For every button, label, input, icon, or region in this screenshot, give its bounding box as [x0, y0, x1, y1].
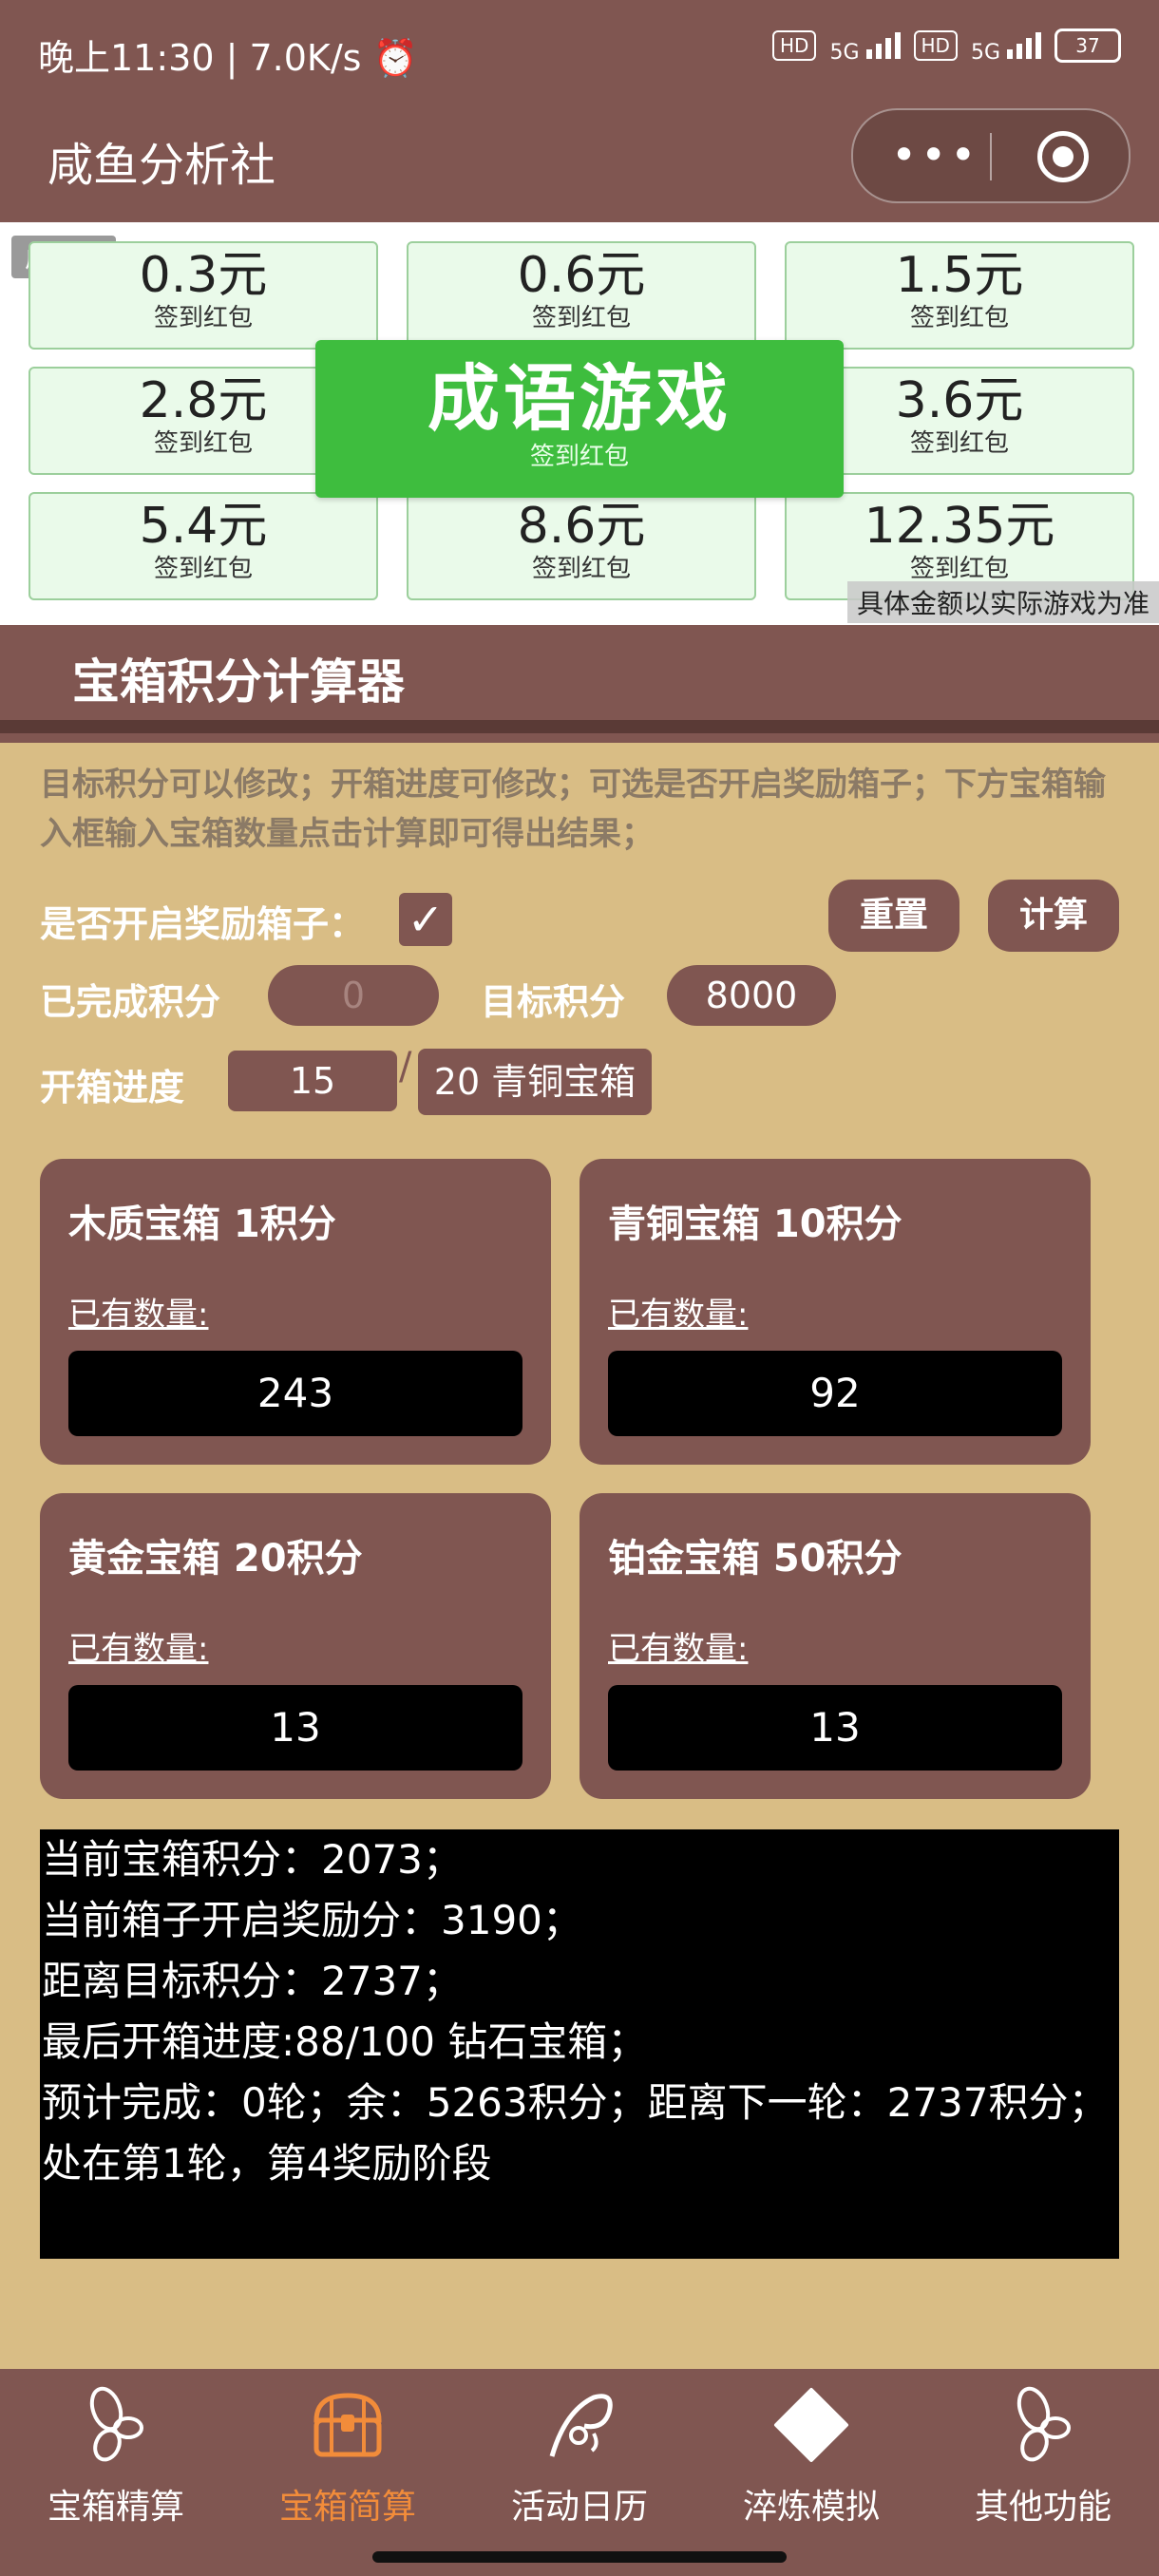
chest-name: 青铜宝箱 10积分: [608, 1203, 902, 1246]
quantity-label: 已有数量:: [608, 1630, 749, 1668]
seed-icon: [89, 2386, 143, 2462]
ad-disclaimer: 具体金额以实际游戏为准: [846, 581, 1159, 623]
quantity-label: 已有数量:: [608, 1296, 749, 1334]
calculator-description: 目标积分可以修改；开箱进度可修改；可选是否开启奖励箱子；下方宝箱输入框输入宝箱数…: [40, 766, 1106, 853]
red-packet-card[interactable]: 1.5元 签到红包: [785, 241, 1134, 350]
calculate-button[interactable]: 计算: [988, 880, 1119, 952]
progress-total: 20 青铜宝箱: [418, 1049, 652, 1115]
target-points-input[interactable]: 8000: [667, 965, 836, 1026]
tab-label: 活动日历: [510, 2488, 648, 2527]
miniprogram-capsule: •••: [851, 108, 1130, 203]
fishing-rod-icon: [549, 2394, 613, 2457]
red-packet-amount: 1.5元: [895, 247, 1024, 304]
battery-icon: 37: [1054, 28, 1121, 63]
red-packet-label: 签到红包: [153, 555, 253, 583]
chest-name: 黄金宝箱 20积分: [68, 1537, 363, 1581]
banner-title: 成语游戏: [428, 356, 732, 441]
open-progress-input[interactable]: 15: [228, 1051, 397, 1111]
completed-points-input[interactable]: 0: [268, 965, 439, 1026]
bronze-chest-quantity-input[interactable]: 92: [608, 1351, 1062, 1436]
quantity-label: 已有数量:: [68, 1630, 209, 1668]
status-indicators: HD 5G HD 5G 37: [772, 27, 1121, 65]
tab-other-functions[interactable]: 其他功能: [927, 2382, 1159, 2529]
red-packet-amount: 8.6元: [517, 498, 646, 555]
red-packet-label: 签到红包: [153, 304, 253, 332]
hd-badge-2: HD: [913, 30, 958, 61]
tab-label: 宝箱简算: [278, 2488, 416, 2527]
result-line: 处在第1轮，第4奖励阶段: [42, 2140, 492, 2187]
result-line: 当前宝箱积分：2073；: [42, 1836, 463, 1883]
red-packet-label: 签到红包: [531, 304, 631, 332]
quantity-label: 已有数量:: [68, 1296, 209, 1334]
result-line: 当前箱子开启奖励分：3190；: [42, 1897, 582, 1943]
completed-points-label: 已完成积分: [40, 981, 221, 1023]
result-line: 最后开箱进度:88/100 钻石宝箱；: [42, 2018, 648, 2065]
wood-chest-quantity-input[interactable]: 243: [68, 1351, 522, 1436]
red-packet-amount: 5.4元: [139, 498, 268, 555]
red-packet-label: 签到红包: [531, 555, 631, 583]
signal-icon-2: 5G: [971, 27, 1041, 65]
reward-toggle-label: 是否开启奖励箱子：: [40, 903, 366, 945]
tab-label: 其他功能: [974, 2488, 1112, 2527]
reset-button[interactable]: 重置: [828, 880, 960, 952]
seed-icon: [1016, 2386, 1071, 2462]
chest-name: 木质宝箱 1积分: [68, 1203, 336, 1246]
alarm-icon: ⏰: [372, 37, 418, 79]
hd-badge: HD: [772, 30, 817, 61]
wood-chest-card: 木质宝箱 1积分 已有数量: 243: [40, 1159, 551, 1465]
capsule-divider: [990, 133, 992, 180]
platinum-chest-quantity-input[interactable]: 13: [608, 1685, 1062, 1771]
target-points-label: 目标积分: [481, 981, 626, 1023]
result-line: 距离目标积分：2737；: [42, 1958, 463, 2004]
result-line: 预计完成：0轮；余：5263积分；距离下一轮：2737积分；: [42, 2079, 1109, 2126]
red-packet-card[interactable]: 5.4元 签到红包: [28, 492, 378, 600]
status-time-speed: 晚上11:30 | 7.0K/s ⏰: [38, 37, 418, 79]
idiom-game-banner[interactable]: 成语游戏 签到红包: [315, 340, 844, 498]
red-packet-label: 签到红包: [909, 304, 1009, 332]
tab-label: 宝箱精算: [47, 2488, 184, 2527]
reward-box-checkbox[interactable]: ✓: [399, 893, 452, 946]
bottom-tab-bar: 宝箱精算 宝箱简算 活动日历 淬炼模拟 其他功能: [0, 2369, 1159, 2576]
close-target-icon[interactable]: [1037, 131, 1089, 182]
gold-chest-card: 黄金宝箱 20积分 已有数量: 13: [40, 1493, 551, 1799]
tab-simple-calc[interactable]: 宝箱简算: [232, 2382, 464, 2529]
ad-banner[interactable]: 广告 ⌄ 0.3元 签到红包 0.6元 签到红包 1.5元 签到红包 2.8元 …: [0, 222, 1159, 625]
platinum-chest-card: 铂金宝箱 50积分 已有数量: 13: [580, 1493, 1091, 1799]
signal-icon: 5G: [829, 27, 901, 65]
tab-event-calendar[interactable]: 活动日历: [464, 2382, 695, 2529]
red-packet-card[interactable]: 0.3元 签到红包: [28, 241, 378, 350]
red-packet-card[interactable]: 0.6元 签到红包: [407, 241, 756, 350]
open-progress-label: 开箱进度: [40, 1067, 185, 1108]
tab-temper-sim[interactable]: 淬炼模拟: [695, 2382, 927, 2529]
tab-precise-calc[interactable]: 宝箱精算: [0, 2382, 232, 2529]
banner-subtitle: 签到红包: [529, 443, 629, 471]
red-packet-label: 签到红包: [909, 555, 1009, 583]
result-panel: 当前宝箱积分：2073； 当前箱子开启奖励分：3190； 距离目标积分：2737…: [40, 1829, 1119, 2259]
gold-chest-quantity-input[interactable]: 13: [68, 1685, 522, 1771]
tab-label: 淬炼模拟: [742, 2488, 880, 2527]
status-bar: 晚上11:30 | 7.0K/s ⏰ HD 5G HD 5G 37: [0, 0, 1159, 103]
bronze-chest-card: 青铜宝箱 10积分 已有数量: 92: [580, 1159, 1091, 1465]
calculator-header: 宝箱积分计算器: [0, 625, 1159, 743]
more-icon[interactable]: •••: [891, 131, 979, 179]
app-header: 咸鱼分析社 •••: [0, 103, 1159, 222]
red-packet-card[interactable]: 8.6元 签到红包: [407, 492, 756, 600]
red-packet-amount: 12.35元: [864, 498, 1055, 555]
red-packet-amount: 0.3元: [139, 247, 268, 304]
chest-name: 铂金宝箱 50积分: [608, 1537, 902, 1581]
calculator-title: 宝箱积分计算器: [72, 654, 405, 710]
home-indicator[interactable]: [372, 2551, 787, 2563]
red-packet-amount: 0.6元: [517, 247, 646, 304]
diamond-icon: [774, 2388, 848, 2462]
treasure-chest-icon: [314, 2393, 382, 2457]
app-title: 咸鱼分析社: [48, 139, 276, 192]
progress-slash: /: [399, 1045, 412, 1089]
